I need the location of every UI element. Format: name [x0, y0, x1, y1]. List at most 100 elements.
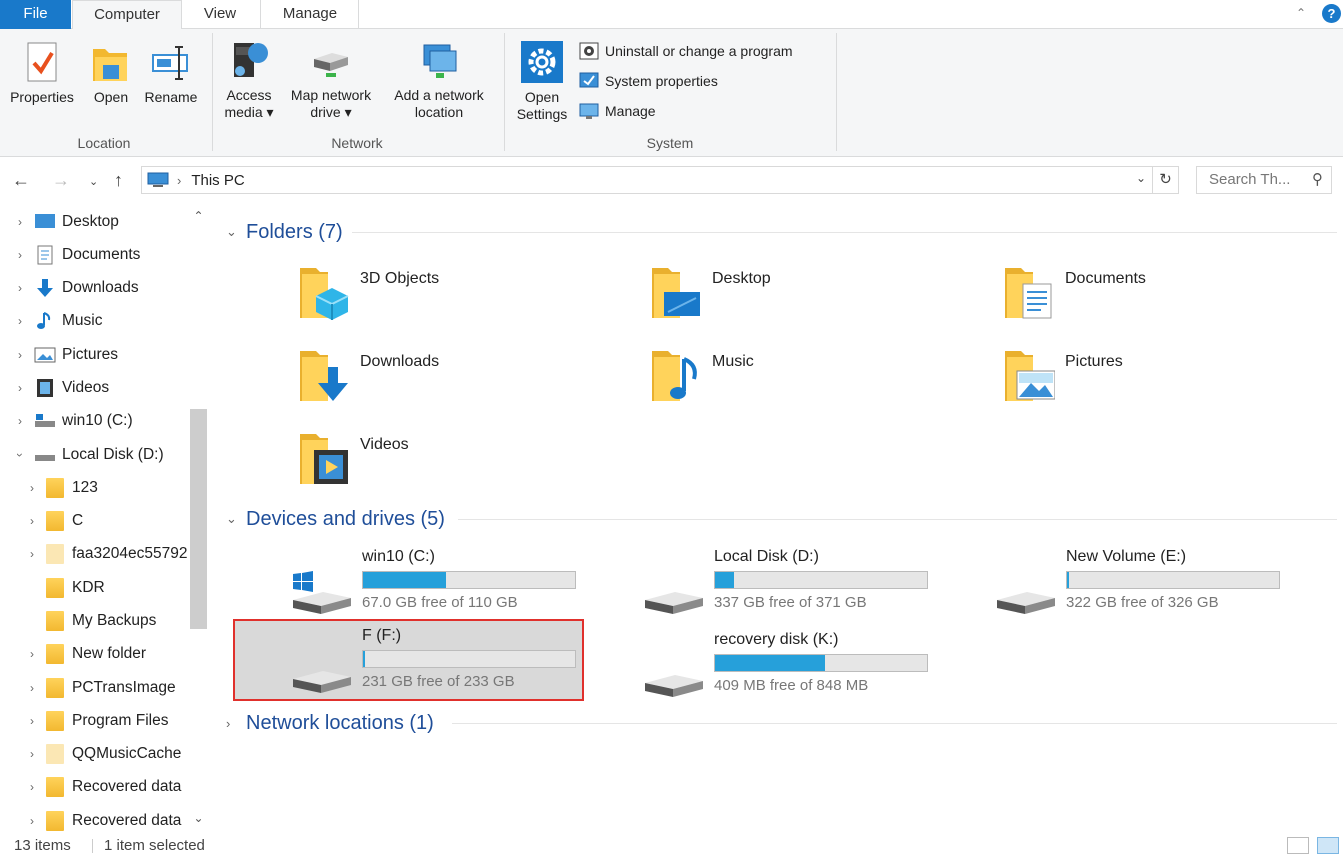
tree-item-music[interactable]: › Music: [12, 306, 102, 336]
folder-item-3d-objects[interactable]: 3D Objects: [298, 262, 598, 332]
tree-subfolder[interactable]: › faa3204ec55792: [24, 539, 188, 569]
add-network-location-button[interactable]: Add a network location: [384, 37, 494, 121]
tree-item-downloads[interactable]: › Downloads: [12, 273, 139, 303]
access-media-button[interactable]: Access media ▾: [218, 37, 280, 121]
tree-subfolder[interactable]: › Recovered data: [24, 772, 181, 802]
open-button[interactable]: Open: [86, 41, 136, 106]
minimize-ribbon-icon[interactable]: ⌃: [1296, 6, 1310, 20]
expand-chevron-icon[interactable]: ›: [12, 381, 28, 395]
address-dropdown-icon[interactable]: ⌄: [1136, 171, 1146, 185]
drive-item-c[interactable]: win10 (C:) 67.0 GB free of 110 GB: [291, 542, 641, 622]
large-icons-view-icon[interactable]: [1317, 837, 1339, 854]
tab-computer[interactable]: Computer: [72, 0, 182, 30]
status-divider: [92, 839, 93, 853]
folder-icon: [46, 578, 64, 598]
collapse-chevron-icon[interactable]: ›: [13, 447, 27, 463]
manage-button[interactable]: Manage: [578, 99, 656, 123]
open-settings-label-2: Settings: [516, 106, 568, 122]
up-arrow-icon[interactable]: ↑: [114, 170, 123, 191]
expand-chevron-icon[interactable]: ›: [24, 714, 40, 728]
desktop-icon: [35, 214, 55, 228]
properties-icon: [27, 42, 57, 82]
folder-item-desktop[interactable]: Desktop: [650, 262, 950, 332]
back-arrow-icon[interactable]: ←: [12, 170, 30, 191]
recent-locations-chevron-icon[interactable]: ⌄: [89, 175, 98, 188]
folder-icon: [46, 811, 64, 831]
ribbon-tabbar: File Computer View Manage ⌃ ?: [0, 0, 1343, 30]
expand-chevron-icon[interactable]: ›: [12, 314, 28, 328]
folder-item-documents[interactable]: Documents: [1003, 262, 1303, 332]
tree-subfolder[interactable]: › New folder: [24, 639, 146, 669]
folders-section-header[interactable]: ⌄ Folders (7): [226, 220, 343, 244]
refresh-icon[interactable]: ↻: [1153, 166, 1179, 194]
tree-item-pictures[interactable]: › Pictures: [12, 340, 118, 370]
expand-chevron-icon[interactable]: ›: [24, 481, 40, 495]
section-collapse-icon[interactable]: ⌄: [226, 511, 240, 527]
open-settings-button[interactable]: Open Settings: [510, 39, 574, 123]
expand-chevron-icon[interactable]: ›: [24, 547, 40, 561]
expand-chevron-icon[interactable]: ›: [24, 514, 40, 528]
tree-item-label: win10 (C:): [62, 412, 133, 429]
tree-item-videos[interactable]: › Videos: [12, 373, 109, 403]
network-section-header[interactable]: › Network locations (1): [226, 711, 434, 735]
tab-file[interactable]: File: [0, 0, 71, 29]
drive-item-d[interactable]: Local Disk (D:) 337 GB free of 371 GB: [643, 542, 993, 622]
map-network-drive-button[interactable]: Map network drive ▾: [282, 37, 380, 121]
expand-chevron-icon[interactable]: ›: [24, 681, 40, 695]
system-properties-icon: [579, 72, 599, 88]
tree-subfolder[interactable]: My Backups: [24, 606, 156, 636]
folder-item-pictures[interactable]: Pictures: [1003, 345, 1303, 415]
properties-button[interactable]: Properties: [4, 41, 80, 106]
address-bar[interactable]: › This PC ⌄: [141, 166, 1153, 194]
system-properties-button[interactable]: System properties: [578, 69, 718, 93]
search-input[interactable]: Search Th... ⚲: [1196, 166, 1332, 194]
devices-section-header[interactable]: ⌄ Devices and drives (5): [226, 507, 445, 531]
drive-usage-fill: [715, 572, 735, 588]
expand-chevron-icon[interactable]: ›: [24, 747, 40, 761]
folder-name: 3D Objects: [360, 270, 440, 287]
tree-subfolder[interactable]: › 123: [24, 473, 98, 503]
tree-subfolder[interactable]: › Program Files: [24, 706, 168, 736]
uninstall-program-button[interactable]: Uninstall or change a program: [578, 39, 793, 63]
expand-chevron-icon[interactable]: ›: [12, 248, 28, 262]
scroll-up-icon[interactable]: ⌃: [190, 209, 207, 223]
tab-view[interactable]: View: [186, 0, 254, 29]
help-icon[interactable]: ?: [1322, 4, 1341, 23]
drive-item-f[interactable]: F (F:) 231 GB free of 233 GB: [233, 619, 584, 701]
drive-item-k[interactable]: recovery disk (K:) 409 MB free of 848 MB: [643, 625, 993, 705]
expand-chevron-icon[interactable]: ›: [12, 215, 28, 229]
access-media-icon: [234, 43, 268, 77]
drive-item-e[interactable]: New Volume (E:) 322 GB free of 326 GB: [995, 542, 1343, 622]
section-collapse-icon[interactable]: ⌄: [226, 224, 240, 240]
section-expand-icon[interactable]: ›: [226, 716, 240, 731]
tree-item-drive-c[interactable]: › win10 (C:): [12, 406, 133, 436]
tree-subfolder[interactable]: › Recovered data: [24, 806, 181, 833]
tree-subfolder[interactable]: › QQMusicCache: [24, 739, 181, 769]
drive-usage-fill: [363, 651, 366, 667]
expand-chevron-icon[interactable]: ›: [12, 348, 28, 362]
expand-chevron-icon[interactable]: ›: [12, 414, 28, 428]
expand-chevron-icon[interactable]: ›: [24, 647, 40, 661]
tab-manage[interactable]: Manage: [264, 0, 356, 29]
tree-item-drive-d[interactable]: › Local Disk (D:): [12, 440, 164, 470]
expand-chevron-icon[interactable]: ›: [24, 780, 40, 794]
folder-item-videos[interactable]: Videos: [298, 428, 598, 498]
nav-scrollbar-thumb[interactable]: [190, 409, 207, 629]
expand-chevron-icon[interactable]: ›: [24, 814, 40, 828]
forward-arrow-icon[interactable]: →: [52, 170, 70, 191]
details-view-icon[interactable]: [1287, 837, 1309, 854]
tree-subfolder[interactable]: › PCTransImage: [24, 673, 176, 703]
tree-subfolder[interactable]: KDR: [24, 573, 105, 603]
breadcrumb[interactable]: This PC: [191, 172, 244, 189]
drive-name: recovery disk (K:): [714, 631, 839, 648]
expand-chevron-icon[interactable]: ›: [12, 281, 28, 295]
folder-icon: [46, 611, 64, 631]
location-group-label: Location: [77, 135, 131, 151]
scroll-down-icon[interactable]: ⌄: [190, 811, 207, 825]
rename-button[interactable]: Rename: [140, 41, 202, 106]
folder-item-downloads[interactable]: Downloads: [298, 345, 598, 415]
tree-item-documents[interactable]: › Documents: [12, 240, 140, 270]
folder-item-music[interactable]: Music: [650, 345, 950, 415]
tree-subfolder[interactable]: › C: [24, 506, 83, 536]
tree-item-desktop[interactable]: › Desktop: [12, 207, 119, 237]
